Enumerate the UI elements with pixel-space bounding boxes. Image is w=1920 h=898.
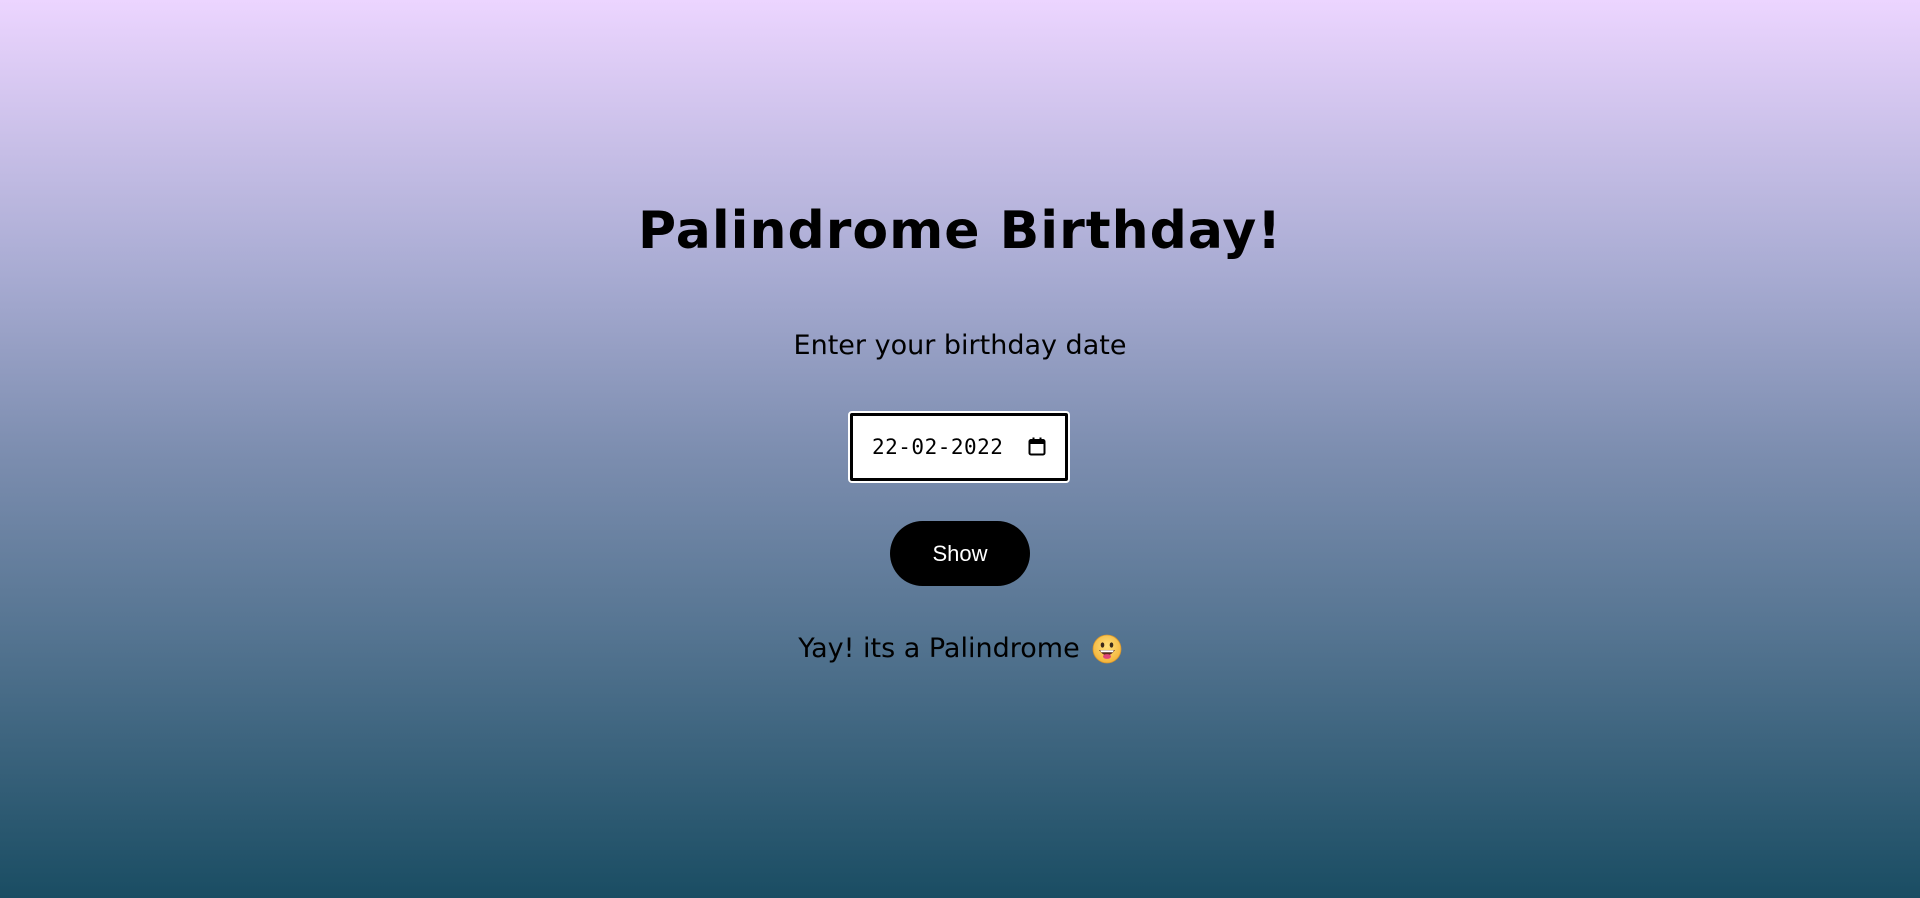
- grinning-face-icon: [1092, 634, 1122, 664]
- birthday-date-input[interactable]: 22-02-2022: [848, 411, 1070, 483]
- page-title: Palindrome Birthday!: [638, 201, 1282, 261]
- result-text: Yay! its a Palindrome: [798, 633, 1080, 664]
- result-message: Yay! its a Palindrome: [0, 629, 1920, 669]
- show-button[interactable]: Show: [890, 521, 1030, 586]
- calendar-icon[interactable]: [1028, 437, 1046, 456]
- birthday-prompt-label: Enter your birthday date: [793, 330, 1127, 361]
- date-input-value: 22-02-2022: [872, 435, 1004, 459]
- app-container: Palindrome Birthday! Enter your birthday…: [0, 0, 1920, 898]
